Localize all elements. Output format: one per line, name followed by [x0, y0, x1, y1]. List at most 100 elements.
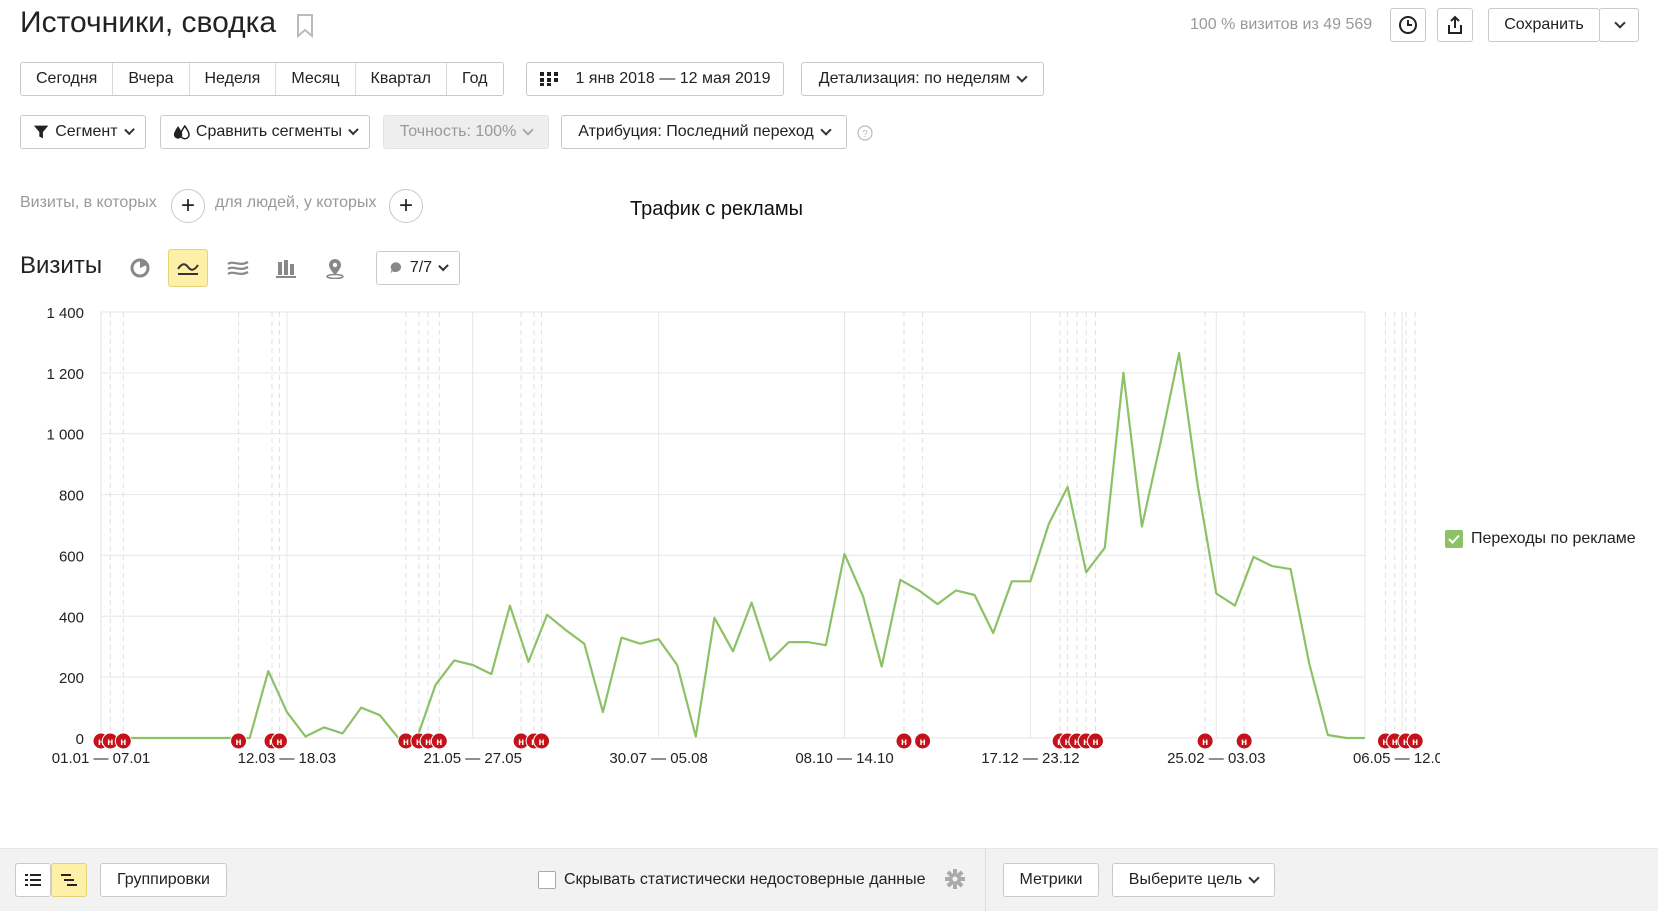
segment-label: Сегмент: [55, 123, 118, 140]
accuracy-dropdown[interactable]: Точность: 100%: [383, 115, 549, 149]
save-button-label: Сохранить: [1504, 16, 1584, 33]
chevron-down-icon: [438, 260, 449, 272]
y-tick-label: 1 000: [46, 427, 84, 444]
period-quarter-button[interactable]: Квартал: [355, 63, 448, 95]
y-tick-label: 800: [59, 488, 84, 505]
period-month-button[interactable]: Месяц: [276, 63, 356, 95]
clock-icon: [1399, 16, 1417, 34]
y-tick-label: 0: [76, 731, 84, 748]
period-year-button[interactable]: Год: [447, 63, 503, 95]
note-marker-label: н: [425, 737, 431, 748]
note-marker-label: н: [1202, 737, 1208, 748]
hide-unreliable-checkbox[interactable]: [538, 871, 556, 889]
history-button[interactable]: [1390, 8, 1426, 42]
map-icon: [326, 259, 344, 279]
note-marker-label: н: [120, 737, 126, 748]
note-marker-label: н: [403, 737, 409, 748]
legend-checkbox[interactable]: [1445, 530, 1463, 548]
goal-label: Выберите цель: [1128, 871, 1243, 888]
map-button[interactable]: [315, 249, 355, 287]
plus-icon: +: [180, 192, 195, 219]
period-yesterday-button[interactable]: Вчера: [113, 63, 190, 95]
x-tick-label: 17.12 — 23.12: [981, 750, 1079, 767]
line-chart-button[interactable]: [168, 249, 208, 287]
note-marker-label: н: [1241, 737, 1247, 748]
metrics-label: Метрики: [1019, 871, 1083, 888]
x-tick-label: 01.01 — 07.01: [52, 750, 150, 767]
visits-where-label: Визиты, в которых: [20, 194, 157, 211]
drops-icon: [173, 124, 190, 140]
y-tick-label: 200: [59, 670, 84, 687]
bar-chart-icon: [276, 260, 296, 278]
area-chart-icon: [227, 261, 249, 275]
visits-line-chart[interactable]: 1 4001 2001 0008006004002000 ннннннннннн…: [0, 290, 1440, 770]
chevron-down-icon: [1248, 872, 1260, 884]
y-tick-label: 1 400: [46, 305, 84, 322]
note-marker-label: н: [107, 737, 113, 748]
detail-label: Детализация: по неделям: [818, 70, 1011, 87]
area-chart-button[interactable]: [218, 249, 258, 287]
metrics-button[interactable]: Метрики: [1003, 863, 1099, 897]
visits-sample-info: 100 % визитов из 49 569: [1190, 16, 1373, 33]
chevron-down-icon: [1614, 17, 1626, 29]
bar-chart-button[interactable]: [266, 249, 306, 287]
add-people-condition-button[interactable]: +: [389, 189, 423, 223]
note-marker-label: н: [518, 737, 524, 748]
goal-dropdown[interactable]: Выберите цель: [1112, 863, 1275, 897]
note-marker-label: н: [901, 737, 907, 748]
x-tick-label: 21.05 — 27.05: [424, 750, 522, 767]
segment-button[interactable]: Сегмент: [20, 115, 146, 149]
pie-chart-button[interactable]: [120, 249, 160, 287]
date-range-button[interactable]: 1 янв 2018 — 12 мая 2019: [526, 62, 784, 96]
period-week-button[interactable]: Неделя: [189, 63, 277, 95]
add-visit-condition-button[interactable]: +: [171, 189, 205, 223]
compare-segments-label: Сравнить сегменты: [195, 123, 342, 140]
share-icon: [1448, 15, 1462, 34]
attribution-dropdown[interactable]: Атрибуция: Последний переход: [561, 115, 847, 149]
tree-list-icon: [61, 874, 77, 886]
people-where-label: для людей, у которых: [215, 194, 377, 211]
chevron-down-icon: [522, 124, 534, 136]
chevron-down-icon: [820, 124, 832, 136]
attribution-label: Атрибуция: Последний переход: [578, 123, 814, 140]
notes-dropdown[interactable]: 7/7: [376, 251, 460, 285]
list-view-button[interactable]: [15, 863, 51, 897]
page-title: Источники, сводка: [20, 6, 277, 39]
plus-icon: +: [398, 192, 413, 219]
bottom-toolbar: Группировки Скрывать статистически недос…: [0, 848, 1658, 911]
x-tick-label: 08.10 — 14.10: [795, 750, 893, 767]
note-marker-label: н: [236, 737, 242, 748]
detail-dropdown[interactable]: Детализация: по неделям: [801, 62, 1044, 96]
help-icon[interactable]: ?: [857, 125, 873, 141]
pie-chart-icon: [130, 258, 150, 278]
notes-count: 7/7: [409, 259, 433, 276]
chart-legend[interactable]: Переходы по рекламе: [1445, 530, 1636, 548]
legend-label: Переходы по рекламе: [1471, 530, 1636, 547]
list-icon: [25, 874, 41, 886]
calendar-icon: [540, 72, 559, 86]
hide-unreliable-toggle[interactable]: Скрывать статистически недостоверные дан…: [538, 871, 926, 889]
line-chart-icon: [177, 263, 199, 275]
compare-segments-button[interactable]: Сравнить сегменты: [160, 115, 370, 149]
y-tick-label: 600: [59, 548, 84, 565]
note-marker-label: н: [1092, 737, 1098, 748]
bookmark-icon[interactable]: [296, 14, 314, 38]
groupings-button[interactable]: Группировки: [100, 863, 227, 897]
tree-view-button[interactable]: [51, 863, 87, 897]
x-tick-label: 25.02 — 03.03: [1167, 750, 1265, 767]
x-tick-label: 12.03 — 18.03: [238, 750, 336, 767]
note-marker-label: н: [539, 737, 545, 748]
note-marker-label: н: [920, 737, 926, 748]
chevron-down-icon: [348, 124, 359, 136]
gear-icon[interactable]: [944, 868, 966, 890]
period-buttons: Сегодня Вчера Неделя Месяц Квартал Год: [20, 62, 504, 96]
chart-title: Трафик с рекламы: [630, 198, 803, 220]
export-button[interactable]: [1437, 8, 1473, 42]
y-tick-label: 1 200: [46, 366, 84, 383]
period-today-button[interactable]: Сегодня: [21, 63, 114, 95]
x-tick-label: 06.05 — 12.05: [1353, 750, 1440, 767]
save-button[interactable]: Сохранить: [1488, 8, 1600, 42]
checkmark-icon: [1448, 534, 1460, 544]
accuracy-label: Точность: 100%: [399, 123, 517, 140]
save-options-button[interactable]: [1599, 8, 1639, 42]
